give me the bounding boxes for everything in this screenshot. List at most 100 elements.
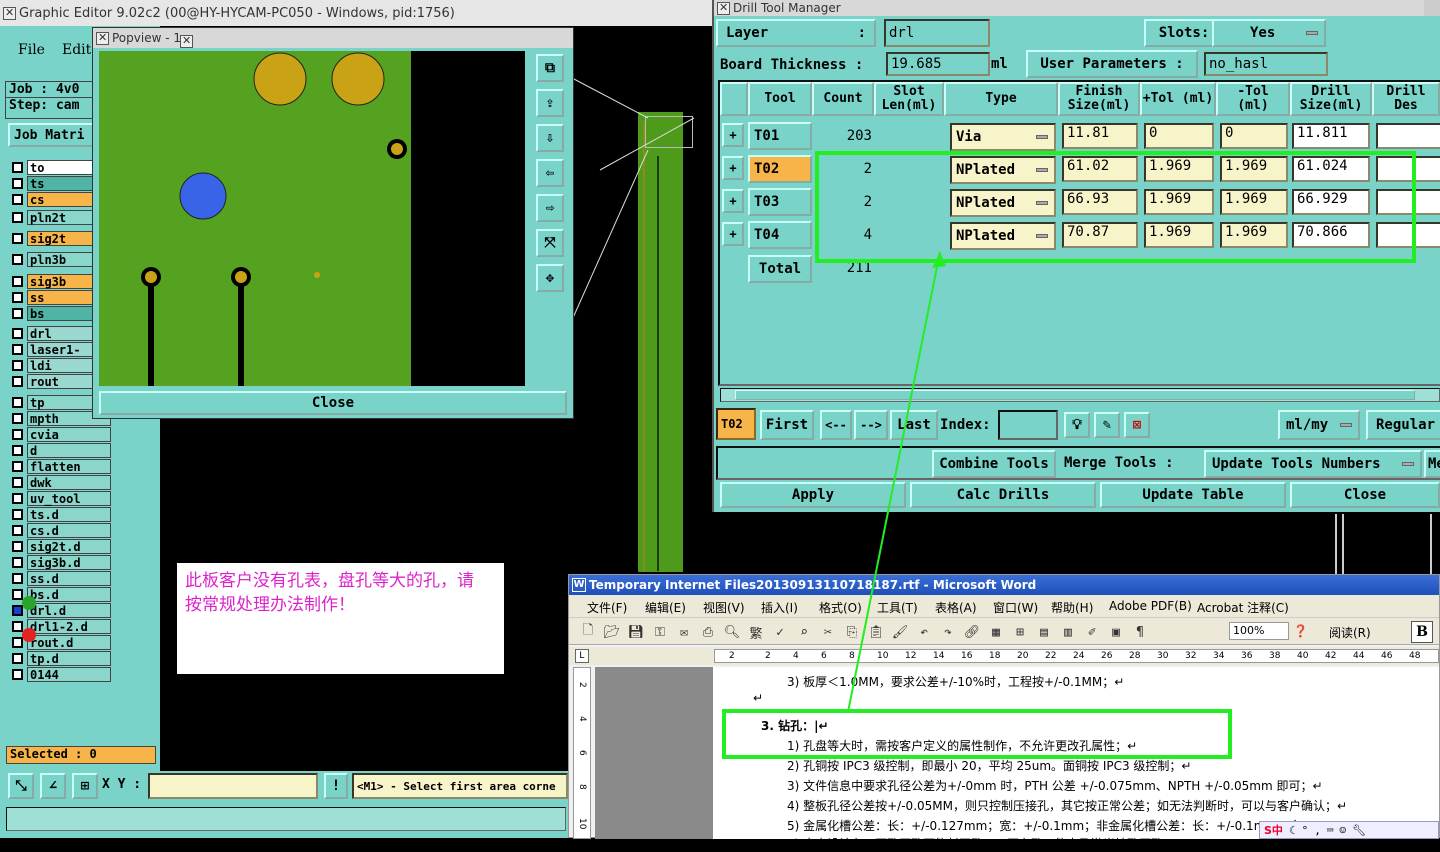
layer-checkbox[interactable] xyxy=(12,556,23,568)
layer-checkbox[interactable] xyxy=(12,253,23,265)
layer-checkbox[interactable] xyxy=(12,177,23,189)
layer-row-22[interactable]: sig2t.d xyxy=(10,538,128,554)
layer-checkbox[interactable] xyxy=(12,327,23,339)
layer-checkbox[interactable] xyxy=(12,540,23,552)
traditional-icon[interactable]: 繁 xyxy=(747,623,765,642)
update-tool-numbers-dropdown[interactable]: Update Tools Numbers xyxy=(1204,450,1422,478)
finish-size-input[interactable]: 11.81 xyxy=(1062,123,1138,149)
layer-checkbox[interactable] xyxy=(12,375,23,387)
layer-name[interactable]: bs.d xyxy=(27,586,111,602)
layer-checkbox[interactable] xyxy=(12,291,23,303)
layer-checkbox[interactable] xyxy=(12,193,23,205)
ime-toolbar[interactable]: S中 ☾ ° , ⌨ ☺ 🔧︎ xyxy=(1259,821,1439,839)
word-menu-item[interactable]: 插入(I) xyxy=(761,599,798,616)
layer-row-17[interactable]: flatten xyxy=(10,458,128,474)
layer-checkbox[interactable] xyxy=(12,636,23,648)
row-expand-button[interactable]: + xyxy=(722,222,744,246)
layer-name[interactable]: sig3b.d xyxy=(27,554,111,570)
tables-icon[interactable]: ▦ xyxy=(987,625,1005,640)
zoom-combobox[interactable]: 100% xyxy=(1229,622,1289,640)
popview-tool-1[interactable]: ⧉ xyxy=(536,54,564,82)
close-button[interactable]: Close xyxy=(1290,482,1440,508)
layer-checkbox[interactable] xyxy=(12,396,23,408)
zoom-tool-button[interactable]: ⤡ xyxy=(8,773,34,799)
excel-icon[interactable]: ▤ xyxy=(1035,625,1053,640)
word-menu-item[interactable]: 编辑(E) xyxy=(645,599,686,616)
word-menu-item[interactable]: 视图(V) xyxy=(703,599,745,616)
alert-button[interactable]: ! xyxy=(324,773,348,799)
layer-checkbox[interactable] xyxy=(12,412,23,424)
layer-checkbox[interactable] xyxy=(12,232,23,244)
research-icon[interactable]: ⌕ xyxy=(795,625,813,640)
word-menu-item[interactable]: 文件(F) xyxy=(587,599,627,616)
popview-close-button[interactable]: Close xyxy=(99,391,567,415)
tool-cell[interactable]: T04 xyxy=(748,221,812,249)
popview-tool-4[interactable]: ⇦ xyxy=(536,159,564,187)
tool-cell[interactable]: T01 xyxy=(748,122,812,150)
email-icon[interactable]: ✉ xyxy=(675,625,693,640)
columns-icon[interactable]: ▥ xyxy=(1059,625,1077,640)
insert-table-icon[interactable]: ⊞ xyxy=(1011,625,1029,640)
layer-checkbox[interactable] xyxy=(12,588,23,600)
row-expand-button[interactable]: + xyxy=(722,156,744,180)
layer-name[interactable]: flatten xyxy=(27,458,111,474)
layer-checkbox[interactable] xyxy=(12,211,23,223)
layer-name[interactable]: cvia xyxy=(27,426,111,442)
type-dropdown[interactable]: Via xyxy=(950,123,1056,151)
layer-name[interactable]: rout.d xyxy=(27,634,111,650)
slots-dropdown[interactable]: Yes xyxy=(1212,19,1326,47)
update-table-button[interactable]: Update Table xyxy=(1100,482,1286,508)
show-icon[interactable]: ¶ xyxy=(1131,625,1149,640)
measure-tool-button[interactable]: ∠ xyxy=(40,773,66,799)
layer-name[interactable]: sig2t.d xyxy=(27,538,111,554)
row-expand-button[interactable]: + xyxy=(722,123,744,147)
tool-cell[interactable]: T02 xyxy=(748,155,812,183)
docmap-icon[interactable]: ▣ xyxy=(1107,625,1125,640)
layer-checkbox[interactable] xyxy=(12,668,23,680)
layer-row-24[interactable]: ss.d xyxy=(10,570,128,586)
layer-name[interactable]: tp.d xyxy=(27,650,111,666)
save-icon[interactable]: 💾︎ xyxy=(627,625,645,640)
popview-tool-2[interactable]: ⇪ xyxy=(536,89,564,117)
layer-checkbox[interactable] xyxy=(12,460,23,472)
word-menu-item[interactable]: Adobe PDF(B) xyxy=(1109,599,1192,613)
drill-des-input[interactable] xyxy=(1376,123,1440,149)
bold-button[interactable]: B xyxy=(1411,621,1433,643)
layer-checkbox[interactable] xyxy=(12,275,23,287)
layer-name[interactable]: drl.d xyxy=(27,602,111,618)
word-menu-item[interactable]: 窗口(W) xyxy=(993,599,1038,616)
delete-button[interactable]: ⊠ xyxy=(1124,412,1150,438)
grid-tool-button[interactable]: ⊞ xyxy=(72,773,98,799)
layer-checkbox[interactable] xyxy=(12,572,23,584)
spell-icon[interactable]: ✓ xyxy=(771,625,789,640)
layer-row-16[interactable]: d xyxy=(10,442,128,458)
minus-tol-input[interactable]: 0 xyxy=(1220,123,1288,149)
user-parameters-button[interactable]: User Parameters : xyxy=(1026,50,1198,78)
layer-checkbox[interactable] xyxy=(12,620,23,632)
plus-tol-input[interactable]: 0 xyxy=(1144,123,1214,149)
menu-file[interactable]: File xyxy=(18,42,45,58)
job-matrix-button[interactable]: Job Matri xyxy=(8,123,96,147)
popview-canvas[interactable] xyxy=(99,51,525,386)
more-button[interactable]: Me xyxy=(1424,450,1440,478)
word-menu-item[interactable]: Acrobat 注释(C) xyxy=(1197,599,1289,616)
layer-checkbox[interactable] xyxy=(12,508,23,520)
drawing-icon[interactable]: ✐ xyxy=(1083,625,1101,640)
layer-row-18[interactable]: dwk xyxy=(10,474,128,490)
user-parameters-input[interactable]: no_hasl xyxy=(1204,52,1328,76)
menu-edit[interactable]: Edit xyxy=(62,42,91,58)
xy-coordinate-input[interactable] xyxy=(148,773,318,799)
layer-row-23[interactable]: sig3b.d xyxy=(10,554,128,570)
layer-name[interactable]: d xyxy=(27,442,111,458)
permission-icon[interactable]: ⚿ xyxy=(651,625,669,640)
board-thickness-input[interactable]: 19.685 xyxy=(886,52,990,76)
row-expand-button[interactable]: + xyxy=(722,189,744,213)
layer-checkbox[interactable] xyxy=(12,652,23,664)
layer-checkbox[interactable] xyxy=(12,524,23,536)
index-input[interactable] xyxy=(998,410,1058,440)
help-icon[interactable]: ❓ xyxy=(1293,624,1308,638)
layer-checkbox[interactable] xyxy=(12,343,23,355)
layer-name[interactable]: ss.d xyxy=(27,570,111,586)
hyperlink-icon[interactable]: 🔗︎ xyxy=(963,625,981,640)
layer-checkbox[interactable] xyxy=(12,307,23,319)
